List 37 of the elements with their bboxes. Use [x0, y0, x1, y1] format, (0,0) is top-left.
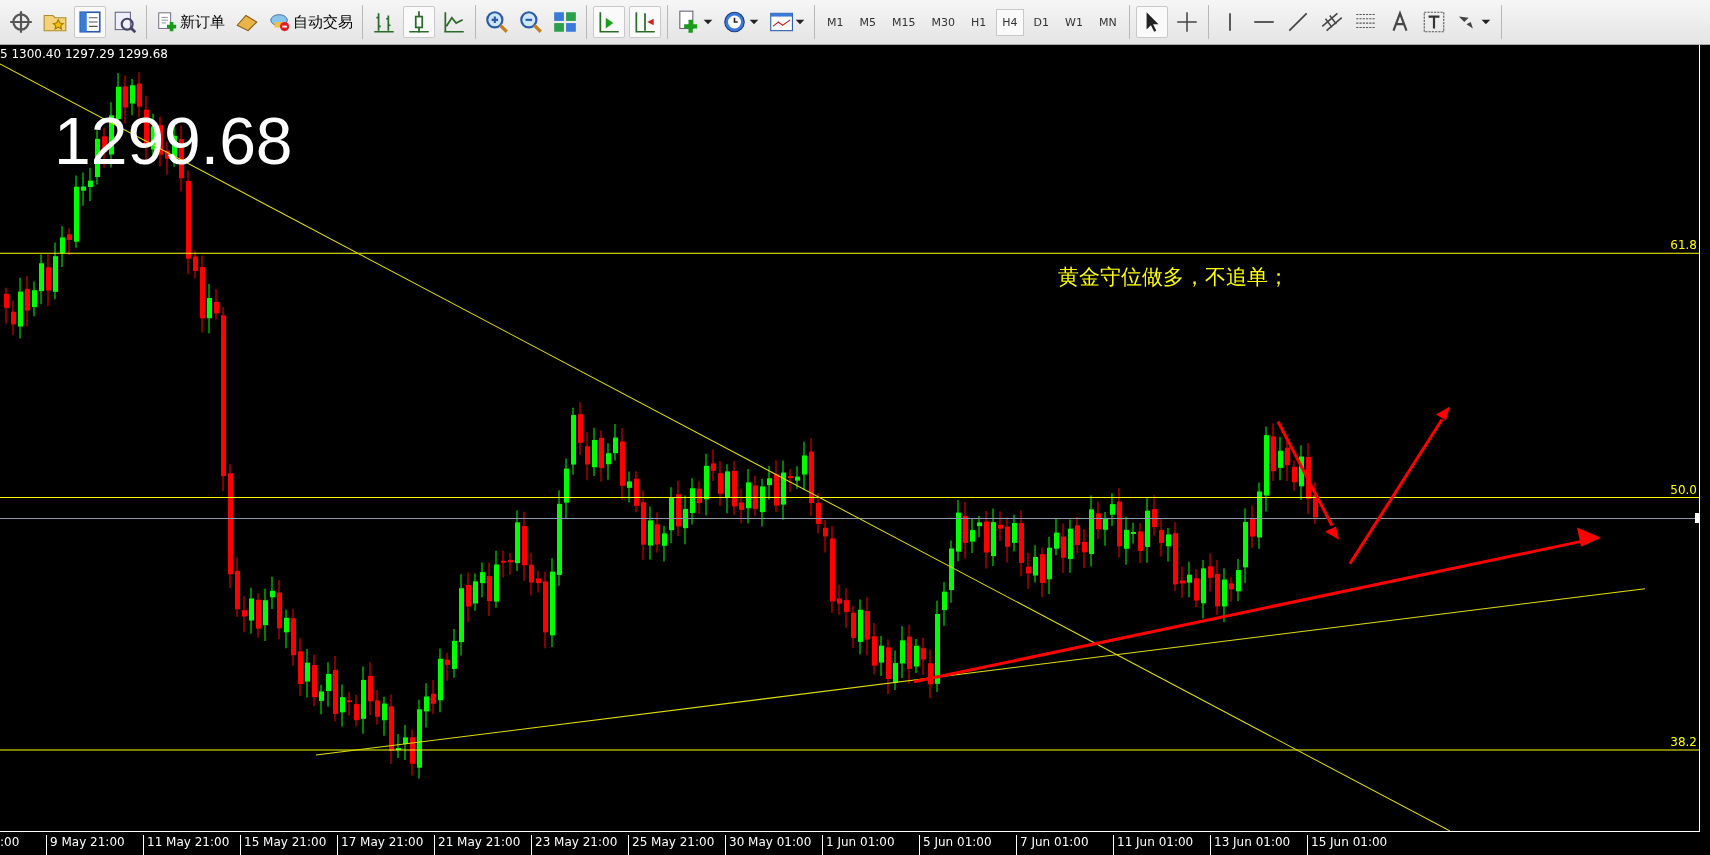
fibonacci-level-label: 50.0: [1670, 482, 1697, 497]
fibonacci-level-label: 61.8: [1670, 238, 1697, 253]
time-axis-label: 21 May 21:00: [434, 835, 531, 855]
document-plus-icon: [156, 11, 178, 33]
new-order-button[interactable]: 新订单: [153, 9, 228, 35]
timeframe-button[interactable]: H1: [965, 8, 993, 36]
time-axis-label: 30 May 01:00: [725, 835, 822, 855]
time-axis-label: :00: [0, 835, 21, 851]
timeframe-button[interactable]: MN: [1092, 8, 1123, 36]
timeframe-button[interactable]: H4: [996, 8, 1024, 36]
time-axis-label: 1 Jun 01:00: [822, 835, 919, 855]
cursor-icon[interactable]: [1135, 6, 1168, 38]
timeframe-button[interactable]: M30: [925, 8, 961, 36]
time-axis-label: 7 Jun 01:00: [1016, 835, 1113, 855]
auto-scroll-icon[interactable]: [593, 6, 625, 38]
fibonacci-level-label: 38.2: [1670, 734, 1697, 749]
navigator-icon[interactable]: [74, 6, 106, 38]
timeframe-button[interactable]: D1: [1027, 8, 1056, 36]
ohlc-readout: 5 1300.40 1297.29 1299.68: [0, 47, 168, 61]
time-axis-label: 9 May 21:00: [46, 835, 143, 855]
time-axis-label: 23 May 21:00: [531, 835, 628, 855]
timeframe-button[interactable]: M15: [886, 8, 922, 36]
time-axis-label: 25 May 21:00: [628, 835, 725, 855]
timeframe-button[interactable]: W1: [1059, 8, 1089, 36]
candlestick-icon[interactable]: [403, 6, 435, 38]
time-axis-label: 15 May 21:00: [240, 835, 337, 855]
time-axis-label: 11 May 21:00: [143, 835, 240, 855]
auto-trading-button[interactable]: 自动交易: [266, 9, 356, 35]
time-axis-label: 13 Jun 01:00: [1210, 835, 1307, 855]
chart-shift-icon[interactable]: [629, 6, 661, 38]
time-axis-label: 15 Jun 01:00: [1307, 835, 1404, 855]
time-axis-label: 11 Jun 01:00: [1113, 835, 1210, 855]
time-axis-label: 17 May 21:00: [337, 835, 434, 855]
chart-note: 黄金守位做多，不追单；: [1058, 264, 1289, 291]
timeframe-button[interactable]: M1: [821, 8, 850, 36]
timeframe-button[interactable]: M5: [853, 8, 882, 36]
time-axis-label: 5 Jun 01:00: [919, 835, 1016, 855]
